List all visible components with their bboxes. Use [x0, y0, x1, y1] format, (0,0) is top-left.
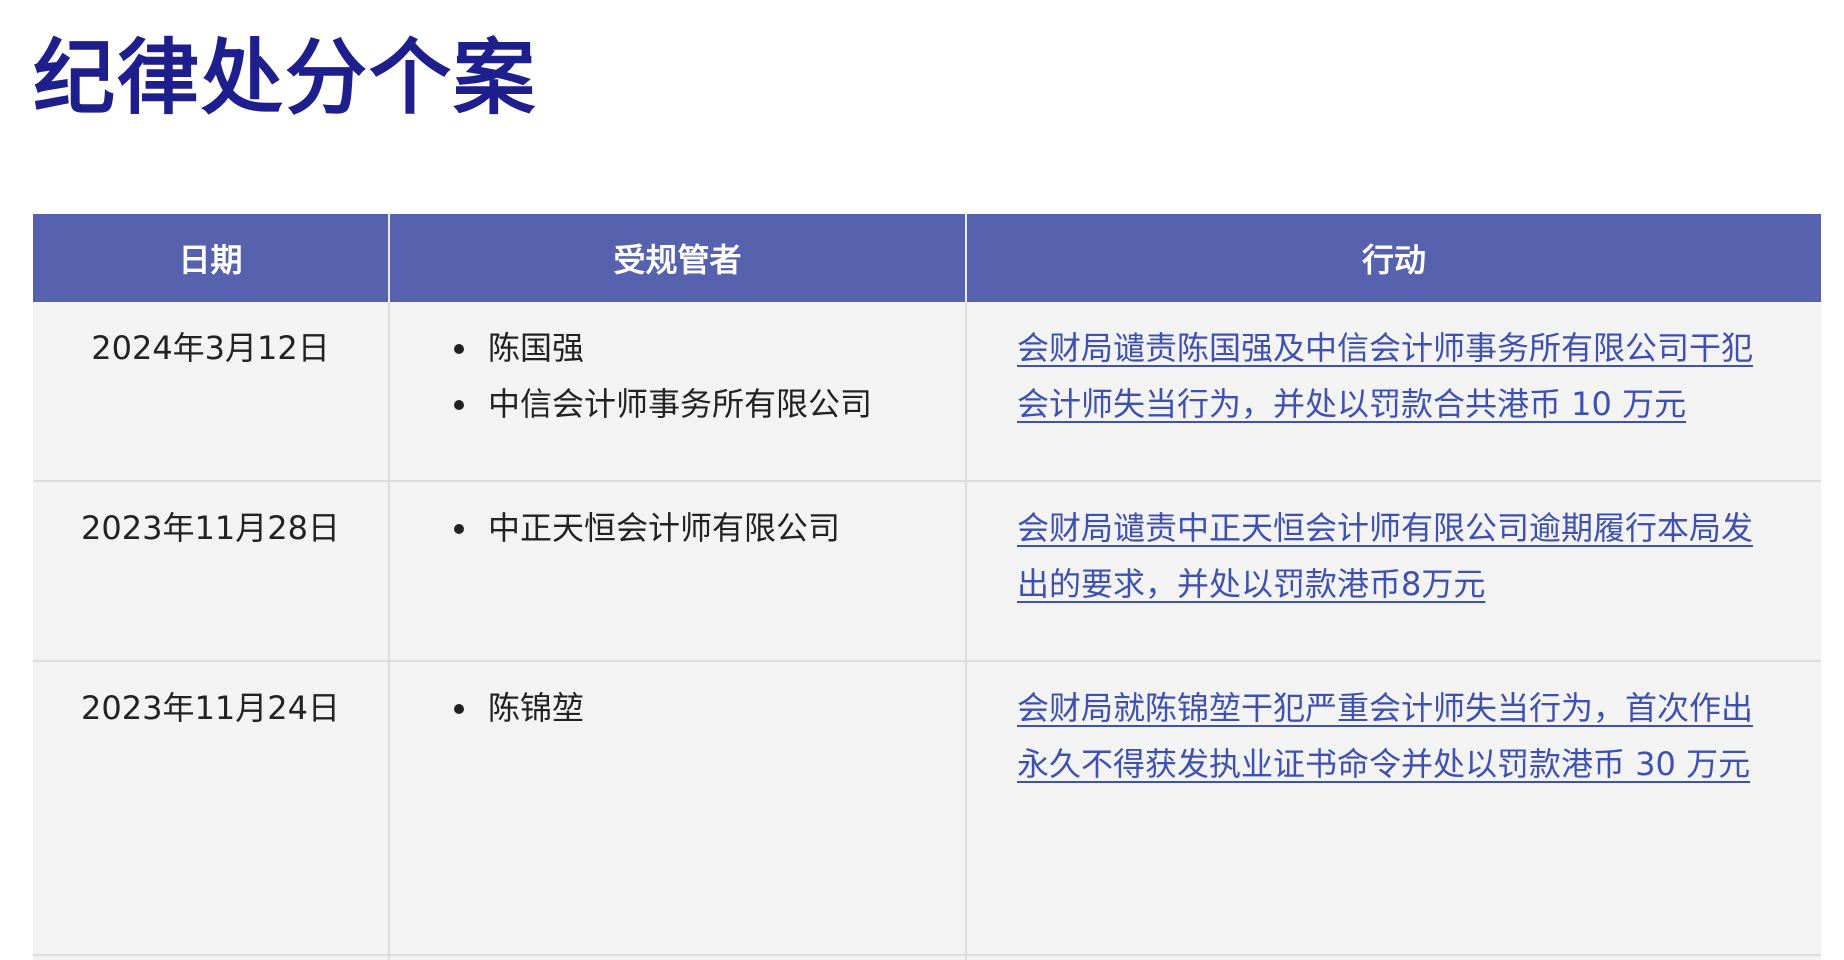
action-cell: 会财局谴责中正天恒会计师有限公司逾期履行本局发出的要求，并处以罚款港币8万元: [966, 481, 1821, 662]
table-body: 2024年3月12日 陈国强 中信会计师事务所有限公司 会财局谴责陈国强及中信会…: [33, 302, 1821, 960]
regulatee-cell: 陈国强 中信会计师事务所有限公司: [389, 302, 967, 482]
disciplinary-cases-table-container: 日期 受规管者 行动 2024年3月12日 陈国强 中信会计师事务所有限公司 会…: [33, 214, 1821, 960]
page-title: 纪律处分个案: [33, 31, 538, 126]
regulatee-cell: 中正天恒会计师有限公司: [389, 481, 967, 662]
action-cell: 会财局就陈锦堃干犯严重会计师失当行为，首次作出永久不得获发执业证书命令并处以罚款…: [966, 661, 1821, 956]
column-header-regulatee: 受规管者: [389, 214, 967, 302]
date-cell-empty: [33, 955, 390, 960]
table-row: 2023年11月28日 中正天恒会计师有限公司 会财局谴责中正天恒会计师有限公司…: [33, 481, 1821, 662]
date-cell: 2023年11月28日: [33, 481, 390, 662]
regulatee-name: 中信会计师事务所有限公司: [488, 385, 873, 423]
regulatee-list: 陈国强 中信会计师事务所有限公司: [390, 320, 965, 432]
table-header: 日期 受规管者 行动: [33, 214, 1821, 302]
regulatee-name: 陈锦堃: [488, 689, 585, 727]
bullet-icon: [454, 704, 464, 714]
action-link[interactable]: 会财局谴责陈国强及中信会计师事务所有限公司干犯会计师失当行为，并处以罚款合共港币…: [1017, 329, 1753, 423]
regulatee-list: 中正天恒会计师有限公司: [390, 500, 965, 556]
list-item: 中正天恒会计师有限公司: [454, 500, 965, 556]
action-cell: 会财局谴责陈国强及中信会计师事务所有限公司干犯会计师失当行为，并处以罚款合共港币…: [966, 302, 1821, 482]
regulatee-name: 陈国强: [488, 329, 585, 367]
bullet-icon: [454, 344, 464, 354]
action-link[interactable]: 会财局就陈锦堃干犯严重会计师失当行为，首次作出永久不得获发执业证书命令并处以罚款…: [1017, 689, 1753, 783]
date-cell: 2023年11月24日: [33, 661, 390, 956]
table-header-row: 日期 受规管者 行动: [33, 214, 1821, 302]
date-cell: 2024年3月12日: [33, 302, 390, 482]
list-item: 陈国强: [454, 320, 965, 376]
list-item: 中信会计师事务所有限公司: [454, 376, 965, 432]
regulatee-name: 中正天恒会计师有限公司: [488, 509, 841, 547]
action-cell-empty: [966, 955, 1821, 960]
table-row-partial: [33, 955, 1821, 960]
list-item: 陈锦堃: [454, 680, 965, 736]
regulatee-list: 陈锦堃: [390, 680, 965, 736]
regulatee-cell-empty: [389, 955, 967, 960]
column-header-date: 日期: [33, 214, 390, 302]
column-header-action: 行动: [966, 214, 1821, 302]
table-row: 2024年3月12日 陈国强 中信会计师事务所有限公司 会财局谴责陈国强及中信会…: [33, 302, 1821, 482]
regulatee-cell: 陈锦堃: [389, 661, 967, 956]
action-link[interactable]: 会财局谴责中正天恒会计师有限公司逾期履行本局发出的要求，并处以罚款港币8万元: [1017, 509, 1753, 603]
bullet-icon: [454, 400, 464, 410]
disciplinary-cases-table: 日期 受规管者 行动 2024年3月12日 陈国强 中信会计师事务所有限公司 会…: [33, 214, 1821, 960]
bullet-icon: [454, 524, 464, 534]
table-row: 2023年11月24日 陈锦堃 会财局就陈锦堃干犯严重会计师失当行为，首次作出永…: [33, 661, 1821, 956]
